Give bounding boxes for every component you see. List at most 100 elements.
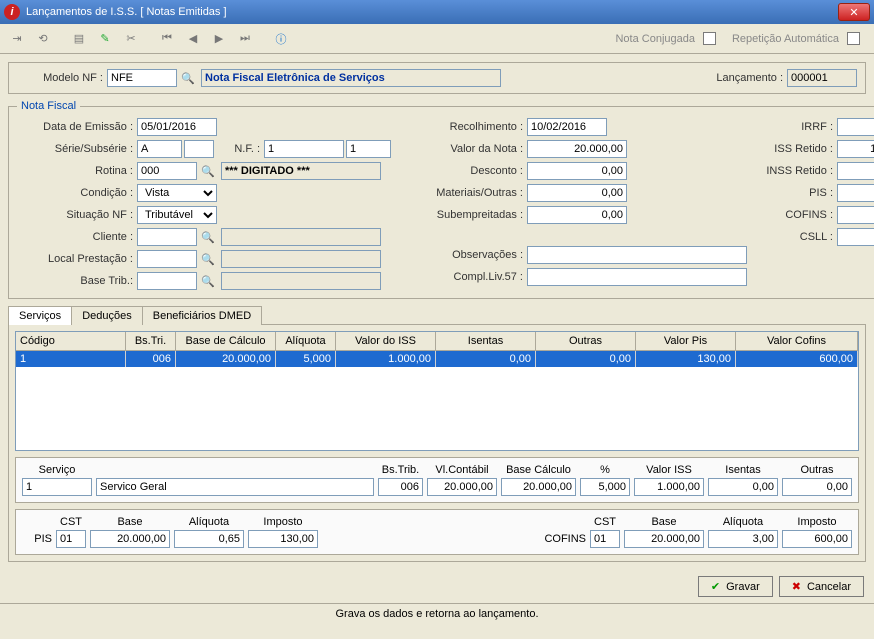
basetrib-lookup-icon[interactable]: 🔍 (199, 272, 217, 290)
nav-prev-icon[interactable]: ◀ (182, 28, 204, 50)
bstrib-input[interactable] (378, 478, 423, 496)
desconto-input[interactable] (527, 162, 627, 180)
cofins-cst-input[interactable] (590, 530, 620, 548)
issret-input[interactable] (837, 140, 874, 158)
tab-servicos[interactable]: Serviços (8, 306, 72, 325)
modelo-nf-label: Modelo NF : (17, 72, 107, 84)
pis-imp-input[interactable] (248, 530, 318, 548)
condicao-label: Condição : (17, 187, 137, 199)
cofins-title: COFINS (536, 533, 586, 548)
repeticao-checkbox[interactable] (847, 32, 860, 45)
irrf-label: IRRF : (757, 121, 837, 133)
cofins-base-label: Base (624, 516, 704, 528)
tool-2-icon[interactable]: ⟲ (32, 28, 54, 50)
nav-first-icon[interactable]: ⏮ (156, 28, 178, 50)
csll-input[interactable] (837, 228, 874, 246)
observacoes-input[interactable] (527, 246, 747, 264)
tool-info-icon[interactable]: ⓘ (270, 28, 292, 50)
cliente-input[interactable] (137, 228, 197, 246)
nav-last-icon[interactable]: ⏭ (234, 28, 256, 50)
modelo-nf-input[interactable] (107, 69, 177, 87)
nf-num2-input[interactable] (346, 140, 391, 158)
pis-imp-label: Imposto (248, 516, 318, 528)
local-desc (221, 250, 381, 268)
valiss-input[interactable] (634, 478, 704, 496)
nf-num1-input[interactable] (264, 140, 344, 158)
materiais-label: Materiais/Outras : (407, 187, 527, 199)
nav-next-icon[interactable]: ▶ (208, 28, 230, 50)
tab-dmed[interactable]: Beneficiários DMED (142, 306, 262, 325)
data-emissao-label: Data de Emissão : (17, 121, 137, 133)
cofins-imp-input[interactable] (782, 530, 852, 548)
situacao-select[interactable]: Tributável (137, 206, 217, 224)
outras-label: Outras (782, 464, 852, 476)
titlebar: i Lançamentos de I.S.S. [ Notas Emitidas… (0, 0, 874, 24)
nota-conjugada-label: Nota Conjugada (615, 33, 695, 45)
gravar-button[interactable]: ✔Gravar (698, 576, 773, 597)
outras-input[interactable] (782, 478, 852, 496)
servico-label: Serviço (22, 464, 92, 476)
pis-aliq-input[interactable] (174, 530, 244, 548)
x-icon: ✖ (792, 580, 801, 593)
subemp-input[interactable] (527, 206, 627, 224)
cofins-aliq-input[interactable] (708, 530, 778, 548)
grid-row[interactable]: 1 006 20.000,00 5,000 1.000,00 0,00 0,00… (16, 351, 858, 367)
servicos-grid[interactable]: Código Bs.Tri. Base de Cálculo Alíquota … (15, 331, 859, 451)
col-valorpis: Valor Pis (636, 332, 736, 350)
rotina-input[interactable] (137, 162, 197, 180)
local-lookup-icon[interactable]: 🔍 (199, 250, 217, 268)
materiais-input[interactable] (527, 184, 627, 202)
serie-input[interactable] (137, 140, 182, 158)
modelo-nf-lookup-icon[interactable]: 🔍 (179, 69, 197, 87)
col-outras: Outras (536, 332, 636, 350)
pct-input[interactable] (580, 478, 630, 496)
vlcont-label: Vl.Contábil (427, 464, 497, 476)
rotina-desc (221, 162, 381, 180)
tool-card-icon[interactable]: ▤ (68, 28, 90, 50)
data-emissao-input[interactable] (137, 118, 217, 136)
lancamento-value (787, 69, 857, 87)
toolbar: ⇥ ⟲ ▤ ✎ ✂ ⏮ ◀ ▶ ⏭ ⓘ Nota Conjugada Repet… (0, 24, 874, 54)
issret-label: ISS Retido : (757, 143, 837, 155)
irrf-input[interactable] (837, 118, 874, 136)
csll-label: CSLL : (757, 231, 837, 243)
local-input[interactable] (137, 250, 197, 268)
valor-nota-input[interactable] (527, 140, 627, 158)
cofins-imp-label: Imposto (782, 516, 852, 528)
window-title: Lançamentos de I.S.S. [ Notas Emitidas ] (26, 6, 838, 18)
close-button[interactable]: ✕ (838, 3, 870, 21)
repeticao-label: Repetição Automática (732, 33, 839, 45)
app-icon: i (4, 4, 20, 20)
grid-header: Código Bs.Tri. Base de Cálculo Alíquota … (16, 332, 858, 351)
pis-cst-input[interactable] (56, 530, 86, 548)
cliente-lookup-icon[interactable]: 🔍 (199, 228, 217, 246)
servico-cod-input[interactable] (22, 478, 92, 496)
observacoes-label: Observações : (407, 249, 527, 261)
cofins-input[interactable] (837, 206, 874, 224)
tool-edit-icon[interactable]: ✎ (94, 28, 116, 50)
cancelar-button[interactable]: ✖Cancelar (779, 576, 864, 597)
rotina-lookup-icon[interactable]: 🔍 (199, 162, 217, 180)
valiss-label: Valor ISS (634, 464, 704, 476)
pis-input[interactable] (837, 184, 874, 202)
pis-base-input[interactable] (90, 530, 170, 548)
col-basecalc: Base de Cálculo (176, 332, 276, 350)
nota-conjugada-checkbox[interactable] (703, 32, 716, 45)
isentas-input[interactable] (708, 478, 778, 496)
vlcont-input[interactable] (427, 478, 497, 496)
servico-desc-input[interactable] (96, 478, 374, 496)
basecalc-input[interactable] (501, 478, 576, 496)
compl-input[interactable] (527, 268, 747, 286)
recolhimento-input[interactable] (527, 118, 607, 136)
isentas-label: Isentas (708, 464, 778, 476)
cofins-base-input[interactable] (624, 530, 704, 548)
tool-1-icon[interactable]: ⇥ (6, 28, 28, 50)
modelo-nf-desc (201, 69, 501, 87)
tab-deducoes[interactable]: Deduções (71, 306, 143, 325)
inssret-input[interactable] (837, 162, 874, 180)
basetrib-desc (221, 272, 381, 290)
tool-5-icon[interactable]: ✂ (120, 28, 142, 50)
condicao-select[interactable]: Vista (137, 184, 217, 202)
subserie-input[interactable] (184, 140, 214, 158)
basetrib-input[interactable] (137, 272, 197, 290)
